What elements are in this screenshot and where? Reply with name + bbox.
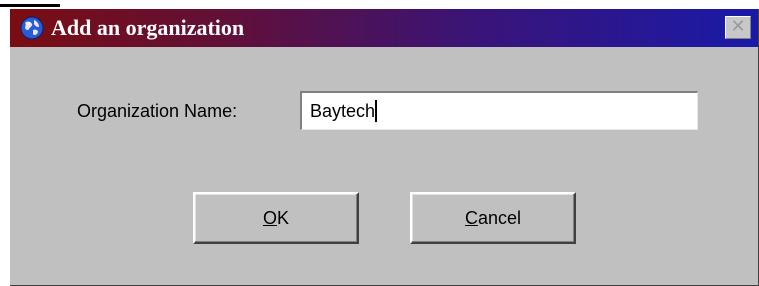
globe-icon bbox=[20, 16, 44, 40]
ok-button[interactable]: OK bbox=[193, 192, 359, 244]
add-organization-dialog: Add an organization ✕ Organization Name:… bbox=[10, 9, 759, 286]
ok-button-accelerator: O bbox=[262, 208, 277, 228]
organization-name-input[interactable]: Baytech bbox=[300, 91, 698, 130]
dialog-title: Add an organization bbox=[51, 15, 245, 40]
text-caret bbox=[375, 100, 378, 122]
organization-name-label: Organization Name: bbox=[77, 101, 238, 121]
cancel-button-accelerator: C bbox=[464, 208, 478, 228]
cropped-heading-mark bbox=[0, 4, 60, 7]
organization-name-value: Baytech bbox=[310, 101, 376, 121]
cancel-button[interactable]: Cancel bbox=[410, 192, 576, 244]
close-icon: ✕ bbox=[730, 16, 746, 37]
dialog-titlebar[interactable]: Add an organization ✕ bbox=[10, 9, 758, 47]
cancel-button-label: ancel bbox=[477, 208, 522, 228]
page-header-fragment bbox=[0, 0, 759, 9]
close-button[interactable]: ✕ bbox=[725, 16, 751, 39]
ok-button-label: K bbox=[277, 208, 290, 228]
